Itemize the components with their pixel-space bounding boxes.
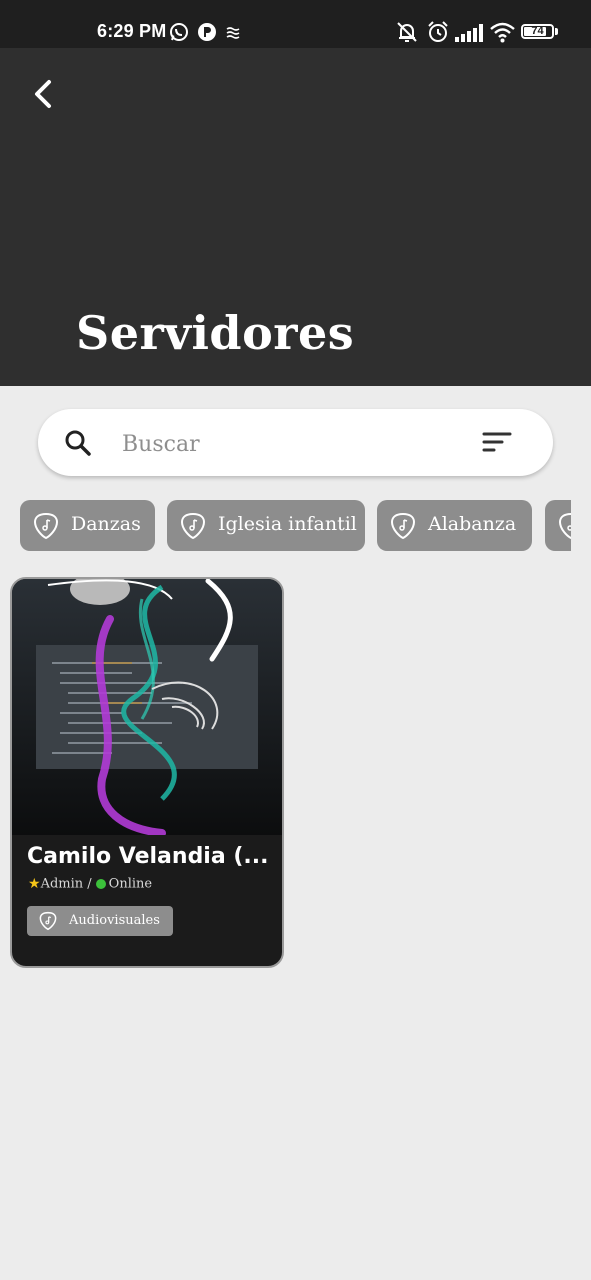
data-saver-icon	[226, 26, 240, 44]
page-title: Servidores	[76, 306, 355, 360]
battery-tip	[555, 28, 558, 35]
chevron-left-icon	[35, 80, 51, 108]
search-icon	[64, 429, 92, 461]
ministry-tag-label: Audiovisuales	[69, 913, 160, 928]
member-status: Online	[108, 876, 153, 892]
guitar-pick-icon	[180, 512, 206, 545]
ministry-filter-chips: Danzas Iglesia infantil Alabanza	[20, 500, 571, 552]
status-bar: 6:29 PM 74	[0, 0, 591, 48]
signal-icon	[455, 24, 483, 47]
status-time: 6:29 PM	[97, 21, 167, 41]
app-icon	[197, 22, 217, 47]
whatsapp-icon	[169, 22, 189, 47]
guitar-pick-icon	[33, 512, 59, 545]
chip-more[interactable]	[545, 500, 571, 551]
chip-danzas[interactable]: Danzas	[20, 500, 155, 551]
chip-iglesia-infantil[interactable]: Iglesia infantil	[167, 500, 365, 551]
chip-alabanza[interactable]: Alabanza	[377, 500, 532, 551]
member-meta: ★Admin / Online	[28, 876, 152, 892]
online-status-dot	[95, 879, 106, 889]
chip-label: Alabanza	[428, 513, 517, 535]
app-header: Servidores	[0, 48, 591, 386]
chip-label: Danzas	[71, 513, 141, 535]
back-button[interactable]	[24, 74, 64, 114]
star-icon: ★	[28, 876, 41, 892]
chip-label: Iglesia infantil	[218, 513, 357, 535]
guitar-pick-icon	[558, 512, 571, 545]
member-card[interactable]: Camilo Velandia (... ★Admin / Online Audi…	[10, 577, 284, 968]
meta-separator: /	[87, 876, 92, 892]
ministry-tag: Audiovisuales	[27, 906, 173, 936]
battery-level: 74	[531, 25, 544, 37]
wifi-icon	[489, 21, 516, 48]
member-photo	[12, 579, 282, 835]
guitar-pick-icon	[390, 512, 416, 545]
mute-icon	[395, 20, 419, 49]
guitar-pick-icon	[39, 911, 57, 935]
sort-icon[interactable]	[482, 431, 512, 457]
battery-icon: 74	[521, 24, 554, 39]
alarm-icon	[426, 20, 450, 49]
member-name: Camilo Velandia (...	[27, 844, 269, 869]
search-input[interactable]	[120, 425, 454, 463]
search-bar[interactable]	[38, 409, 553, 476]
member-role: Admin	[40, 876, 84, 892]
